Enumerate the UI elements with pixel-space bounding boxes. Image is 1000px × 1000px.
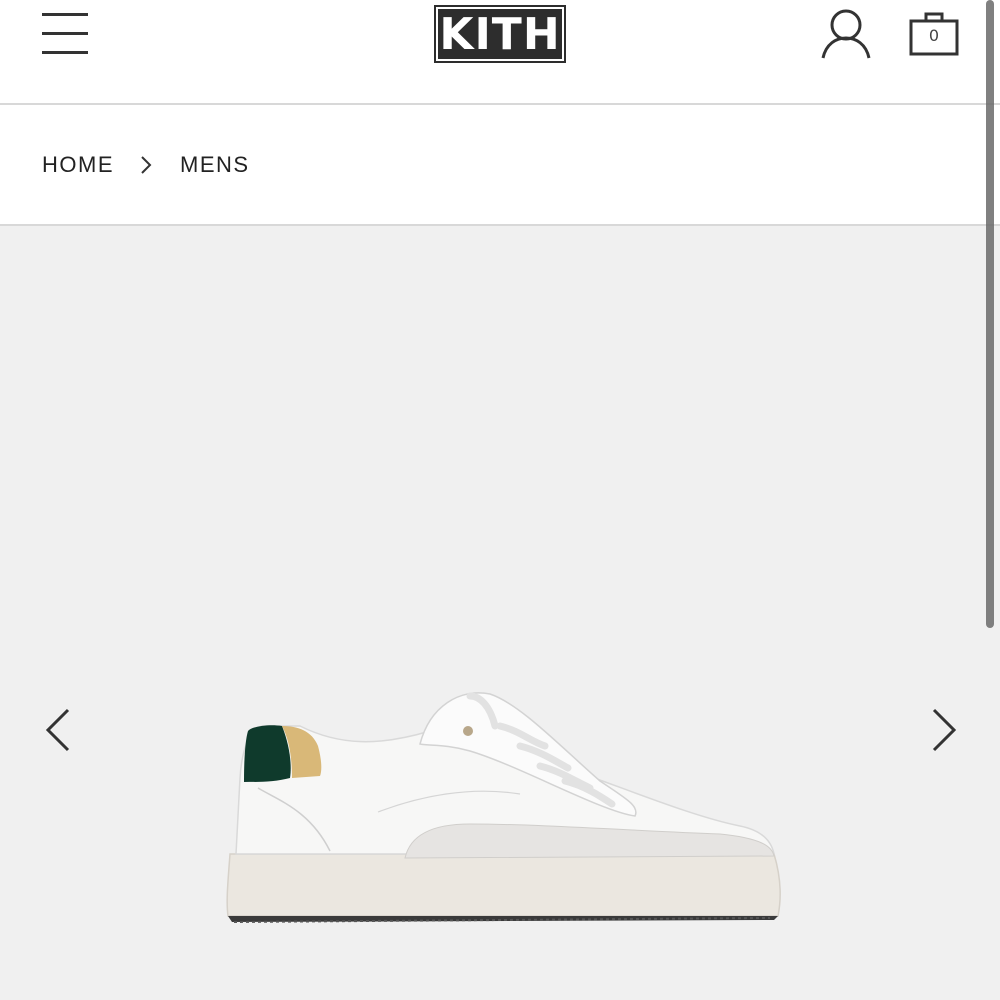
site-header: KITH 0 [0,0,1000,105]
product-image [226,692,781,923]
previous-image-chevron-left-icon[interactable] [42,706,76,754]
cart-count-badge: 0 [928,26,940,45]
product-image-gallery [0,226,1000,1000]
user-account-icon[interactable] [820,8,872,60]
page-scrollbar[interactable] [986,0,994,628]
breadcrumb-home-link[interactable]: HOME [42,152,114,178]
hamburger-menu-icon[interactable] [42,12,90,56]
brand-logo[interactable]: KITH [434,5,566,63]
breadcrumb-separator-icon [141,156,152,174]
next-image-chevron-right-icon[interactable] [926,706,960,754]
breadcrumb-mens-link[interactable]: MENS [180,152,250,178]
